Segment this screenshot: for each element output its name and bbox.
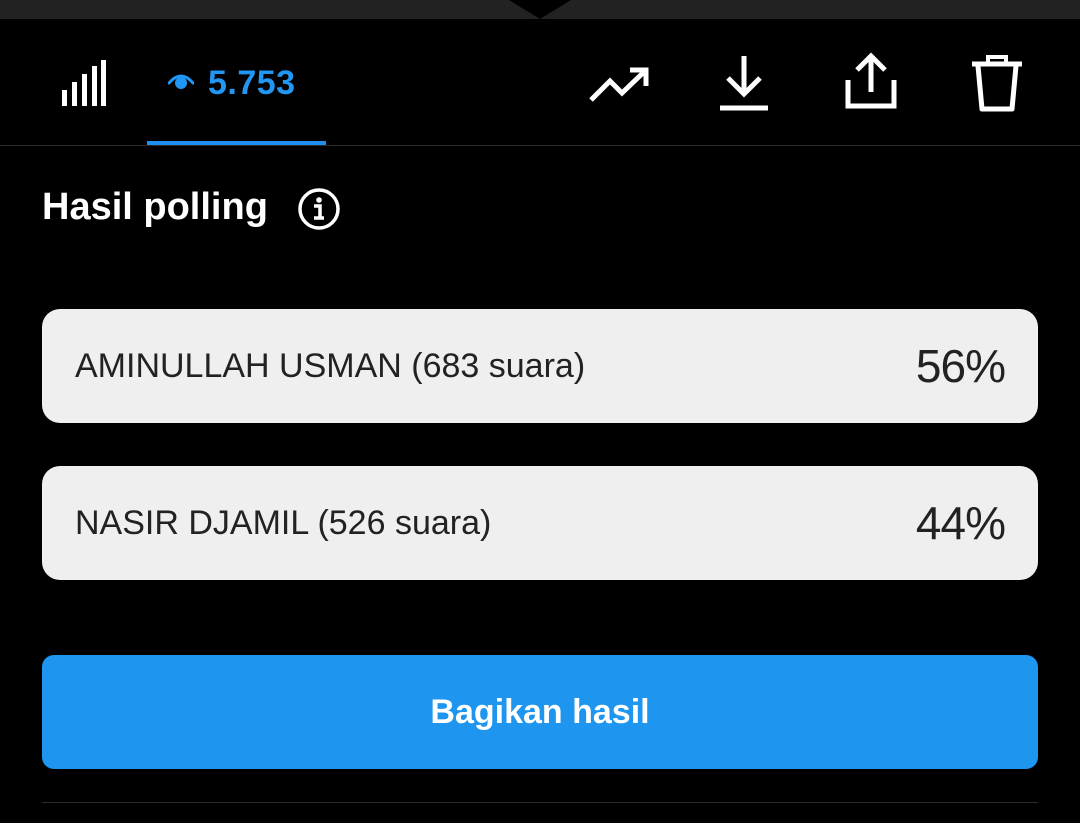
trending-up-icon[interactable] (588, 66, 650, 109)
share-results-button[interactable]: Bagikan hasil (42, 655, 1038, 769)
info-icon[interactable] (297, 187, 341, 236)
toolbar-divider (0, 145, 1080, 146)
trash-icon[interactable] (970, 54, 1024, 117)
share-icon[interactable] (844, 52, 898, 117)
eye-icon (167, 72, 195, 95)
poll-option-aminullah-usman: AMINULLAH USMAN (683 suara) 56% (42, 309, 1038, 423)
views-count: 5.753 (208, 63, 296, 102)
option-percent: 56% (915, 340, 1006, 392)
views-tab[interactable]: 5.753 (167, 63, 296, 103)
bar-chart-icon[interactable] (62, 60, 106, 111)
option-percent: 44% (915, 497, 1006, 549)
option-label: NASIR DJAMIL (526 suara) (75, 504, 492, 542)
poll-option-nasir-djamil: NASIR DJAMIL (526 suara) 44% (42, 466, 1038, 580)
bottom-divider (42, 802, 1038, 803)
toolbar (0, 19, 1080, 145)
popover-notch (509, 0, 571, 19)
poll-title: Hasil polling (42, 186, 268, 228)
option-label: AMINULLAH USMAN (683 suara) (75, 347, 586, 385)
download-icon[interactable] (718, 54, 770, 117)
